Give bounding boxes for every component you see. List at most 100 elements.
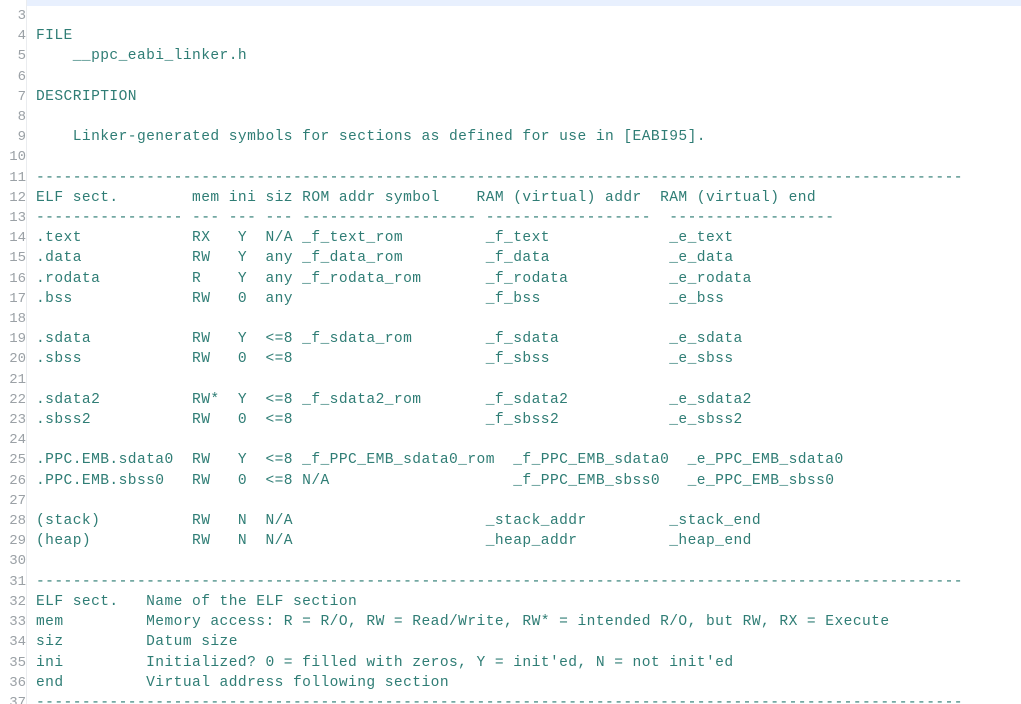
line-content[interactable]: ---------------- --- --- --- -----------… [30, 208, 1021, 228]
code-line[interactable]: 33 mem Memory access: R = R/O, RW = Read/… [0, 612, 1021, 632]
code-line[interactable]: 36 end Virtual address following section [0, 673, 1021, 693]
line-number[interactable]: 33 [0, 612, 30, 632]
code-line[interactable]: 16 .rodata R Y any _f_rodata_rom _f_rodat… [0, 269, 1021, 289]
line-number[interactable]: 6 [0, 67, 30, 87]
code-line[interactable]: 27 [0, 491, 1021, 511]
line-number[interactable]: 29 [0, 531, 30, 551]
line-number[interactable]: 27 [0, 491, 30, 511]
code-line[interactable]: 17 .bss RW 0 any _f_bss _e_bss [0, 289, 1021, 309]
line-number[interactable]: 21 [0, 370, 30, 390]
line-number[interactable]: 16 [0, 269, 30, 289]
line-number[interactable]: 9 [0, 127, 30, 147]
line-number[interactable]: 19 [0, 329, 30, 349]
line-number[interactable]: 30 [0, 551, 30, 571]
line-number[interactable]: 17 [0, 289, 30, 309]
code-line[interactable]: 30 [0, 551, 1021, 571]
code-line[interactable]: 35 ini Initialized? 0 = filled with zeros… [0, 653, 1021, 673]
code-line[interactable]: 28 (stack) RW N N/A _stack_addr _stack_en… [0, 511, 1021, 531]
line-content[interactable]: .sdata RW Y <=8 _f_sdata_rom _f_sdata _e… [30, 329, 1021, 349]
code-line[interactable]: 6 [0, 67, 1021, 87]
code-line[interactable]: 11 --------------------------------------… [0, 168, 1021, 188]
line-number[interactable]: 10 [0, 147, 30, 167]
line-number[interactable]: 35 [0, 653, 30, 673]
code-line[interactable]: 10 [0, 147, 1021, 167]
line-content[interactable] [30, 309, 1021, 329]
line-content[interactable]: .rodata R Y any _f_rodata_rom _f_rodata … [30, 269, 1021, 289]
code-line[interactable]: 34 siz Datum size [0, 632, 1021, 652]
line-content[interactable] [30, 370, 1021, 390]
line-content[interactable]: (stack) RW N N/A _stack_addr _stack_end [30, 511, 1021, 531]
code-line[interactable]: 5 __ppc_eabi_linker.h [0, 46, 1021, 66]
line-number[interactable]: 5 [0, 46, 30, 66]
code-line[interactable]: 24 [0, 430, 1021, 450]
line-content[interactable]: mem Memory access: R = R/O, RW = Read/Wr… [30, 612, 1021, 632]
line-number[interactable]: 24 [0, 430, 30, 450]
line-content[interactable]: .PPC.EMB.sbss0 RW 0 <=8 N/A _f_PPC_EMB_s… [30, 471, 1021, 491]
line-number[interactable]: 20 [0, 349, 30, 369]
code-line[interactable]: 25 .PPC.EMB.sdata0 RW Y <=8 _f_PPC_EMB_sd… [0, 450, 1021, 470]
line-number[interactable]: 14 [0, 228, 30, 248]
line-content[interactable]: .bss RW 0 any _f_bss _e_bss [30, 289, 1021, 309]
code-line[interactable]: 19 .sdata RW Y <=8 _f_sdata_rom _f_sdata … [0, 329, 1021, 349]
line-content[interactable] [30, 430, 1021, 450]
line-content[interactable]: end Virtual address following section [30, 673, 1021, 693]
code-line[interactable]: 37 --------------------------------------… [0, 693, 1021, 704]
line-number[interactable]: 11 [0, 168, 30, 188]
line-content[interactable]: ini Initialized? 0 = filled with zeros, … [30, 653, 1021, 673]
line-number[interactable]: 34 [0, 632, 30, 652]
code-line[interactable]: 23 .sbss2 RW 0 <=8 _f_sbss2 _e_sbss2 [0, 410, 1021, 430]
code-line[interactable]: 9 Linker-generated symbols for sections … [0, 127, 1021, 147]
line-number[interactable]: 18 [0, 309, 30, 329]
line-content[interactable]: DESCRIPTION [30, 87, 1021, 107]
line-number[interactable]: 28 [0, 511, 30, 531]
line-number[interactable]: 7 [0, 87, 30, 107]
code-line[interactable]: 32 ELF sect. Name of the ELF section [0, 592, 1021, 612]
line-content[interactable]: ELF sect. Name of the ELF section [30, 592, 1021, 612]
line-number[interactable]: 31 [0, 572, 30, 592]
code-line[interactable]: 13 ---------------- --- --- --- ---------… [0, 208, 1021, 228]
code-line[interactable]: 8 [0, 107, 1021, 127]
code-line[interactable]: 12 ELF sect. mem ini siz ROM addr symbol … [0, 188, 1021, 208]
line-content[interactable] [30, 67, 1021, 87]
line-content[interactable]: (heap) RW N N/A _heap_addr _heap_end [30, 531, 1021, 551]
code-line[interactable]: 29 (heap) RW N N/A _heap_addr _heap_end [0, 531, 1021, 551]
line-content[interactable] [30, 147, 1021, 167]
line-number[interactable]: 13 [0, 208, 30, 228]
line-number[interactable]: 26 [0, 471, 30, 491]
line-number[interactable]: 32 [0, 592, 30, 612]
line-content[interactable]: ----------------------------------------… [30, 693, 1021, 704]
code-line[interactable]: 3 [0, 6, 1021, 26]
line-number[interactable]: 15 [0, 248, 30, 268]
code-line[interactable]: 14 .text RX Y N/A _f_text_rom _f_text _e_… [0, 228, 1021, 248]
line-content[interactable] [30, 491, 1021, 511]
line-content[interactable]: ----------------------------------------… [30, 572, 1021, 592]
line-number[interactable]: 23 [0, 410, 30, 430]
line-content[interactable]: ELF sect. mem ini siz ROM addr symbol RA… [30, 188, 1021, 208]
line-content[interactable] [30, 551, 1021, 571]
code-line[interactable]: 18 [0, 309, 1021, 329]
code-line[interactable]: 7 DESCRIPTION [0, 87, 1021, 107]
line-number[interactable]: 22 [0, 390, 30, 410]
code-line[interactable]: 22 .sdata2 RW* Y <=8 _f_sdata2_rom _f_sda… [0, 390, 1021, 410]
code-line[interactable]: 4 FILE [0, 26, 1021, 46]
code-line[interactable]: 21 [0, 370, 1021, 390]
code-line[interactable]: 20 .sbss RW 0 <=8 _f_sbss _e_sbss [0, 349, 1021, 369]
line-number[interactable]: 37 [0, 693, 30, 704]
line-content[interactable]: Linker-generated symbols for sections as… [30, 127, 1021, 147]
line-content[interactable]: .sbss2 RW 0 <=8 _f_sbss2 _e_sbss2 [30, 410, 1021, 430]
line-content[interactable]: ----------------------------------------… [30, 168, 1021, 188]
line-content[interactable]: __ppc_eabi_linker.h [30, 46, 1021, 66]
line-content[interactable]: .text RX Y N/A _f_text_rom _f_text _e_te… [30, 228, 1021, 248]
line-content[interactable]: .sbss RW 0 <=8 _f_sbss _e_sbss [30, 349, 1021, 369]
code-line[interactable]: 15 .data RW Y any _f_data_rom _f_data _e_… [0, 248, 1021, 268]
line-number[interactable]: 4 [0, 26, 30, 46]
line-content[interactable]: .data RW Y any _f_data_rom _f_data _e_da… [30, 248, 1021, 268]
line-content[interactable] [30, 107, 1021, 127]
code-line[interactable]: 26 .PPC.EMB.sbss0 RW 0 <=8 N/A _f_PPC_EMB… [0, 471, 1021, 491]
line-number[interactable]: 3 [0, 6, 30, 26]
line-number[interactable]: 12 [0, 188, 30, 208]
line-content[interactable]: FILE [30, 26, 1021, 46]
line-content[interactable]: .sdata2 RW* Y <=8 _f_sdata2_rom _f_sdata… [30, 390, 1021, 410]
line-content[interactable] [30, 6, 1021, 26]
line-number[interactable]: 36 [0, 673, 30, 693]
